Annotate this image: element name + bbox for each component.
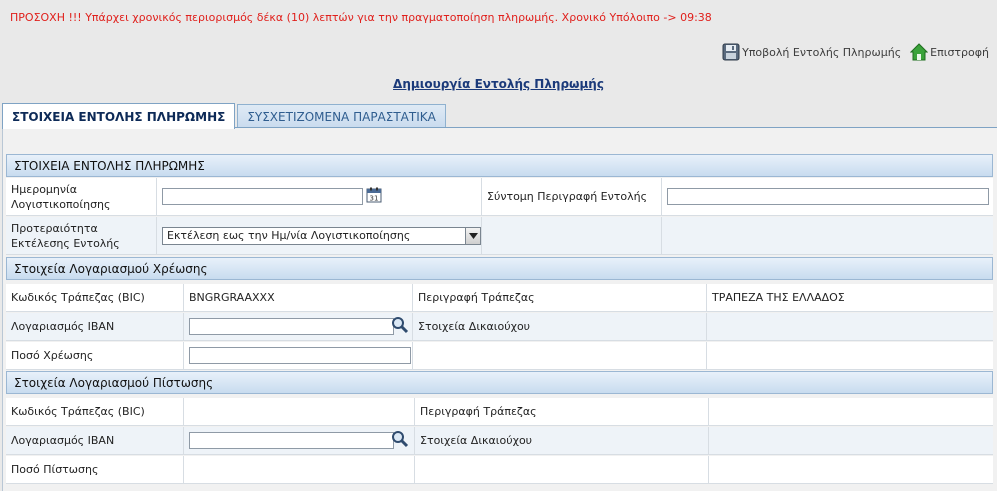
credit-section-header: Στοιχεία Λογαριασμού Πίστωσης	[6, 371, 993, 394]
debit-amount-input[interactable]	[189, 347, 411, 364]
accounting-date-input[interactable]	[162, 188, 363, 205]
priority-cell: Εκτέλεση εως την Ημ/νία Λογιστικοποίησης	[157, 217, 482, 254]
empty-cell	[707, 342, 993, 369]
credit-iban-input[interactable]	[189, 432, 394, 449]
short-desc-label: Σύντομη Περιγραφή Εντολής	[482, 178, 662, 215]
date-cell: 31	[157, 178, 482, 215]
empty-cell	[415, 456, 709, 483]
floppy-disk-icon	[722, 43, 740, 61]
credit-row-amount: Ποσό Πίστωσης	[6, 456, 993, 484]
chevron-down-icon[interactable]	[465, 227, 480, 244]
empty-cell	[482, 217, 662, 254]
priority-label: Προτεραιότητα Εκτέλεσης Εντολής	[6, 217, 157, 254]
page-title: Δημιουργία Εντολής Πληρωμής	[393, 77, 604, 91]
svg-text:31: 31	[370, 195, 379, 203]
debit-bank-desc-value: ΤΡΑΠΕΖΑ ΤΗΣ ΕΛΛΑΔΟΣ	[712, 291, 845, 304]
credit-bic-value	[184, 398, 415, 425]
submit-order-label: Υποβολή Εντολής Πληρωμής	[742, 45, 902, 59]
short-desc-cell	[662, 178, 993, 215]
credit-iban-cell	[184, 427, 415, 454]
calendar-icon[interactable]: 31	[363, 187, 382, 206]
debit-row-iban: Λογαριασμός IBAN Στοιχεία Δικαιούχου	[6, 313, 993, 341]
empty-cell	[709, 427, 993, 454]
empty-cell	[662, 217, 993, 254]
back-button[interactable]: Επιστροφή	[910, 43, 989, 61]
order-form-panel: ΣΤΟΙΧΕΙΑ ΕΝΤΟΛΗΣ ΠΛΗΡΩΜΗΣ Ημερομηνία Λογ…	[2, 128, 997, 491]
empty-cell	[709, 456, 993, 483]
debit-beneficiary-label: Στοιχεία Δικαιούχου	[413, 313, 707, 340]
credit-row-bic: Κωδικός Τράπεζας (BIC) Περιγραφή Τράπεζα…	[6, 398, 993, 426]
back-label: Επιστροφή	[930, 45, 989, 59]
time-limit-warning: ΠΡΟΣΟΧΗ !!! Υπάρχει χρονικός περιορισμός…	[10, 11, 712, 24]
magnifier-icon[interactable]	[392, 430, 409, 451]
debit-iban-input[interactable]	[189, 318, 394, 335]
order-row-date: Ημερομηνία Λογιστικοποίησης 31 Σύντομη Π…	[6, 178, 993, 216]
credit-bic-label: Κωδικός Τράπεζας (BIC)	[6, 398, 184, 425]
credit-amount-label: Ποσό Πίστωσης	[6, 456, 184, 483]
debit-row-amount: Ποσό Χρέωσης	[6, 342, 993, 370]
home-icon	[910, 43, 929, 61]
priority-selected-value: Εκτέλεση εως την Ημ/νία Λογιστικοποίησης	[167, 229, 411, 242]
order-section-header: ΣΤΟΙΧΕΙΑ ΕΝΤΟΛΗΣ ΠΛΗΡΩΜΗΣ	[6, 154, 993, 177]
toolbar: Υποβολή Εντολής Πληρωμής Επιστροφή	[722, 43, 989, 61]
empty-cell	[413, 342, 707, 369]
credit-beneficiary-label: Στοιχεία Δικαιούχου	[415, 427, 709, 454]
empty-cell	[184, 456, 415, 483]
credit-bank-desc-value	[709, 398, 993, 425]
credit-bank-desc-label: Περιγραφή Τράπεζας	[415, 398, 709, 425]
priority-select[interactable]: Εκτέλεση εως την Ημ/νία Λογιστικοποίησης	[162, 226, 481, 245]
debit-bic-value: BNGRGRAAXXX	[184, 284, 413, 311]
date-label: Ημερομηνία Λογιστικοποίησης	[6, 178, 157, 215]
empty-cell	[707, 313, 993, 340]
credit-row-iban: Λογαριασμός IBAN Στοιχεία Δικαιούχου	[6, 427, 993, 455]
credit-iban-label: Λογαριασμός IBAN	[6, 427, 184, 454]
submit-order-button[interactable]: Υποβολή Εντολής Πληρωμής	[722, 43, 901, 61]
debit-bank-desc-label: Περιγραφή Τράπεζας	[413, 284, 707, 311]
debit-section-header: Στοιχεία Λογαριασμού Χρέωσης	[6, 257, 993, 280]
order-row-priority: Προτεραιότητα Εκτέλεσης Εντολής Εκτέλεση…	[6, 217, 993, 255]
tab-bar: ΣΤΟΙΧΕΙΑ ΕΝΤΟΛΗΣ ΠΛΗΡΩΜΗΣ ΣΥΣΧΕΤΙΖΟΜΕΝΑ …	[2, 103, 446, 129]
debit-iban-cell	[184, 313, 413, 340]
tab-related-documents[interactable]: ΣΥΣΧΕΤΙΖΟΜΕΝΑ ΠΑΡΑΣΤΑΤΙΚΑ	[237, 104, 446, 128]
magnifier-icon[interactable]	[392, 316, 409, 337]
short-description-input[interactable]	[667, 188, 989, 205]
debit-amount-cell	[184, 342, 413, 369]
debit-bic-label: Κωδικός Τράπεζας (BIC)	[6, 284, 184, 311]
debit-amount-label: Ποσό Χρέωσης	[6, 342, 184, 369]
tab-order-details[interactable]: ΣΤΟΙΧΕΙΑ ΕΝΤΟΛΗΣ ΠΛΗΡΩΜΗΣ	[2, 103, 236, 129]
debit-row-bic: Κωδικός Τράπεζας (BIC) BNGRGRAAXXX Περιγ…	[6, 284, 993, 312]
debit-iban-label: Λογαριασμός IBAN	[6, 313, 184, 340]
